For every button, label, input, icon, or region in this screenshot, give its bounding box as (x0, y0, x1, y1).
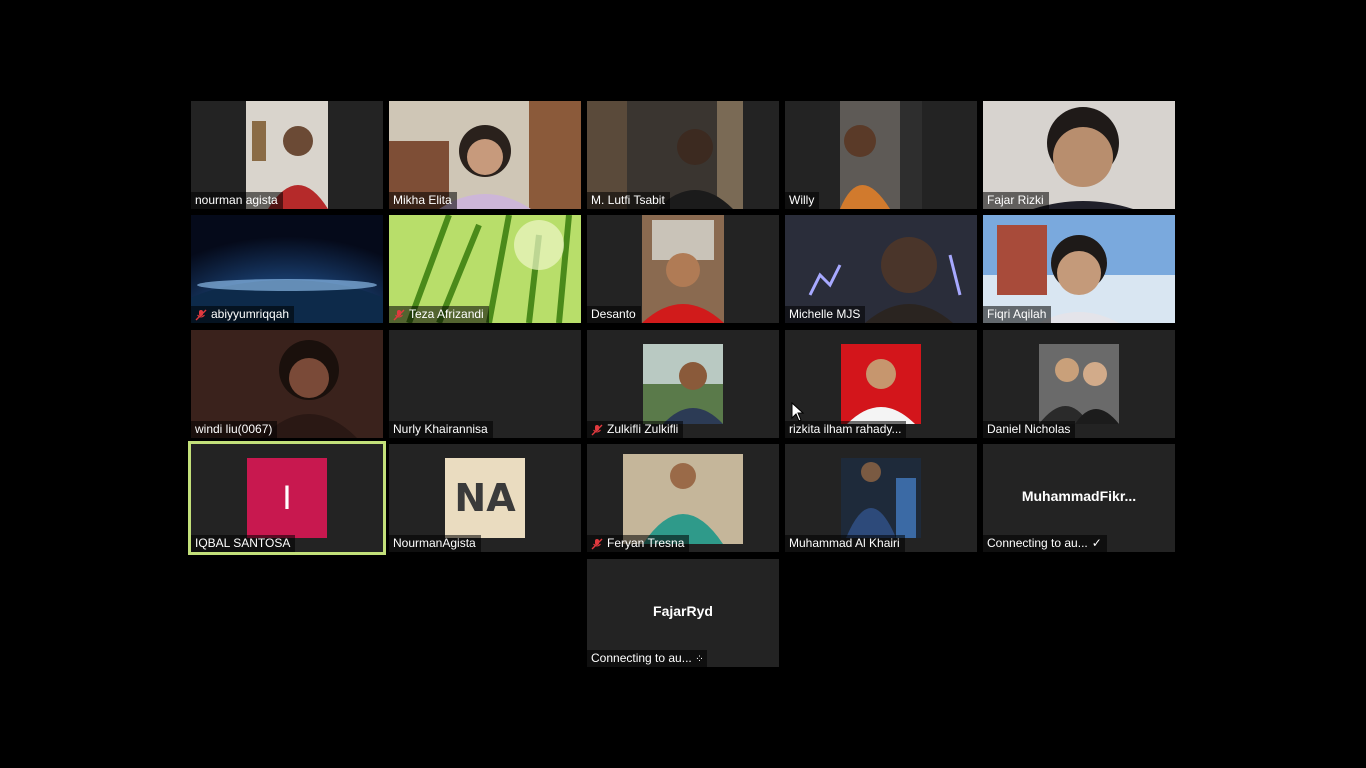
participant-video (840, 101, 922, 209)
video-tile-daniel-nicholas[interactable]: Daniel Nicholas (983, 330, 1175, 438)
loading-dots-icon: ·:· (695, 653, 704, 664)
participant-name: Fajar Rizki (983, 192, 1049, 209)
video-tile-desanto[interactable]: Desanto (587, 215, 779, 323)
check-icon: ✓ (1091, 536, 1102, 550)
video-tile-willy[interactable]: Willy (785, 101, 977, 209)
participant-display-name: MuhammadFikr... (1021, 488, 1137, 504)
video-tile-fajar-rizki[interactable]: Fajar Rizki (983, 101, 1175, 209)
mic-off-icon (591, 538, 603, 549)
mic-off-icon (591, 424, 603, 435)
video-tile-abiyyumriqqah[interactable]: abiyyumriqqah (191, 215, 383, 323)
participant-avatar (643, 344, 723, 424)
participant-display-name: FajarRyd (653, 603, 713, 619)
participant-avatar (623, 454, 743, 544)
participant-name: windi liu(0067) (191, 421, 278, 438)
participant-name: Daniel Nicholas (983, 421, 1076, 438)
participant-name: IQBAL SANTOSA (191, 535, 296, 552)
video-tile-muhammadfikr[interactable]: MuhammadFikr... Connecting to au... ✓ (983, 444, 1175, 552)
participant-name: Willy (785, 192, 820, 209)
participant-name: Fiqri Aqilah (983, 306, 1052, 323)
participant-name: Mikha Elita (389, 192, 457, 209)
participant-name: rizkita ilham rahady... (785, 421, 907, 438)
video-tile-fajarryd[interactable]: FajarRyd Connecting to au... ·:· (587, 559, 779, 667)
participant-avatar (841, 458, 921, 538)
video-tile-michelle-mjs[interactable]: Michelle MJS (785, 215, 977, 323)
video-tile-windi-liu[interactable]: windi liu(0067) (191, 330, 383, 438)
video-tile-rizkita-ilham-rahady[interactable]: rizkita ilham rahady... (785, 330, 977, 438)
participant-name: Teza Afrizandi (389, 306, 489, 323)
participant-name: Desanto (587, 306, 641, 323)
video-tile-teza-afrizandi[interactable]: Teza Afrizandi (389, 215, 581, 323)
participant-avatar (1039, 344, 1119, 424)
participant-name: Feryan Tresna (587, 535, 690, 552)
participant-avatar: NA (445, 458, 525, 538)
video-tile-iqbal-santosa-active-speaker[interactable]: I IQBAL SANTOSA (188, 441, 386, 555)
video-tile-fiqri-aqilah[interactable]: Fiqri Aqilah (983, 215, 1175, 323)
participant-name: abiyyumriqqah (191, 306, 295, 323)
participant-name: Muhammad Al Khairi (785, 535, 905, 552)
mic-off-icon (393, 309, 405, 320)
participant-name: Michelle MJS (785, 306, 866, 323)
participant-name: M. Lutfi Tsabit (587, 192, 670, 209)
video-tile-nourmanagista[interactable]: NA NourmanAgista (389, 444, 581, 552)
participant-name: Connecting to au... ·:· (587, 650, 708, 667)
video-tile-mikha-elita[interactable]: Mikha Elita (389, 101, 581, 209)
participant-name: Connecting to au... ✓ (983, 535, 1107, 552)
video-tile-zulkifli-zulkifli[interactable]: Zulkifli Zulkifli (587, 330, 779, 438)
participant-name: NourmanAgista (389, 535, 481, 552)
video-tile-muhammad-al-khairi[interactable]: Muhammad Al Khairi (785, 444, 977, 552)
participant-initial-avatar: I (247, 458, 327, 538)
video-tile-nourman-agista[interactable]: nourman agista (191, 101, 383, 209)
participant-video (642, 215, 724, 323)
participant-name: Nurly Khairannisa (389, 421, 493, 438)
video-tile-m-lutfi-tsabit[interactable]: M. Lutfi Tsabit (587, 101, 779, 209)
mic-off-icon (195, 309, 207, 320)
participant-name: nourman agista (191, 192, 283, 209)
mouse-cursor-icon (791, 402, 805, 422)
participant-name: Zulkifli Zulkifli (587, 421, 684, 438)
video-tile-feryan-tresna[interactable]: Feryan Tresna (587, 444, 779, 552)
participant-avatar (841, 344, 921, 424)
video-tile-nurly-khairannisa[interactable]: Nurly Khairannisa (389, 330, 581, 438)
